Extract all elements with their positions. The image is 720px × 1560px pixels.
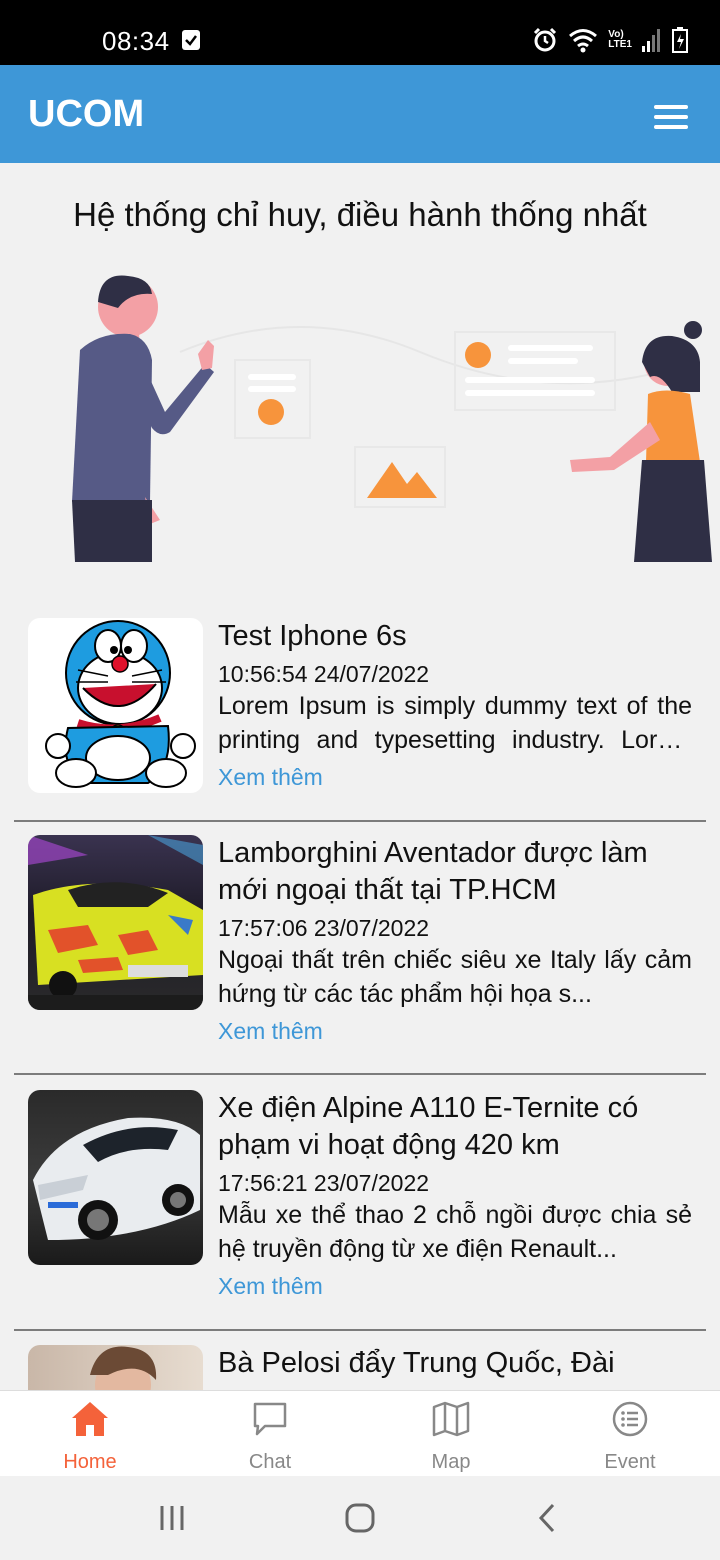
news-time: 17:57:06 23/07/2022	[218, 915, 430, 941]
hero-illustration	[72, 275, 712, 562]
list-circle-icon	[612, 1401, 648, 1437]
portrait-image	[90, 1346, 157, 1390]
app-title: UCOM	[28, 93, 145, 135]
map-icon	[432, 1401, 470, 1437]
volte-lte-icon: Vo) LTE1	[608, 30, 632, 50]
checkbox-notification-icon	[182, 30, 200, 50]
news-title: Test Iphone 6s	[218, 620, 407, 652]
yellow-car-image	[28, 835, 203, 1010]
nav-event-label: Event	[604, 1451, 656, 1473]
recent-apps-icon[interactable]	[158, 1504, 186, 1532]
news-time: 17:56:21 23/07/2022	[218, 1170, 430, 1196]
news-title: Xe điện Alpine A110 E-Ternite có phạm vi…	[218, 1092, 639, 1161]
news-title: Lamborghini Aventador được làm mới ngoại…	[218, 837, 648, 906]
news-thumbnail	[28, 618, 203, 793]
news-description: Ngoại thất trên chiếc siêu xe Italy lấy …	[218, 946, 692, 1008]
nav-map-label: Map	[431, 1451, 471, 1473]
read-more-link[interactable]: Xem thêm	[218, 1014, 692, 1048]
news-thumbnail	[28, 1345, 203, 1390]
app-bar: UCOM	[0, 65, 720, 163]
nav-event[interactable]: Event	[540, 1391, 720, 1477]
home-button-icon[interactable]	[344, 1502, 376, 1534]
hamburger-menu-icon[interactable]	[654, 105, 688, 129]
status-bar: 08:34 Vo) LTE1	[0, 0, 720, 65]
alarm-icon	[534, 27, 557, 52]
hero-title: Hệ thống chỉ huy, điều hành thống nhất	[73, 196, 647, 233]
news-description: Mẫu xe thể thao 2 chỗ ngồi được chia sẻ …	[218, 1201, 692, 1263]
nav-home-label: Home	[63, 1451, 117, 1473]
news-item[interactable]: Lamborghini Aventador được làm mới ngoại…	[14, 835, 706, 1075]
signal-icon	[642, 29, 660, 52]
news-thumbnail	[28, 835, 203, 1010]
chat-bubble-icon	[253, 1402, 287, 1436]
network-label-bottom: LTE1	[608, 39, 632, 50]
status-time: 08:34	[102, 26, 170, 56]
nav-chat[interactable]: Chat	[180, 1391, 360, 1477]
battery-icon	[672, 27, 688, 53]
system-navigation-bar	[0, 1476, 720, 1560]
back-icon[interactable]	[536, 1502, 558, 1534]
read-more-link[interactable]: Xem thêm	[218, 760, 692, 794]
read-more-link[interactable]: Xem thêm	[218, 1269, 692, 1303]
white-car-image	[33, 1117, 200, 1240]
news-thumbnail	[28, 1090, 203, 1265]
bottom-navigation: Home Chat Map Event	[0, 1390, 720, 1477]
doraemon-image	[45, 620, 196, 788]
news-title: Bà Pelosi đẩy Trung Quốc, Đài	[218, 1347, 615, 1379]
news-item[interactable]: Bà Pelosi đẩy Trung Quốc, Đài	[14, 1345, 706, 1390]
news-time: 10:56:54 24/07/2022	[218, 661, 430, 687]
news-description: Lorem Ipsum is simply dummy text of the …	[218, 692, 692, 754]
news-item[interactable]: Xe điện Alpine A110 E-Ternite có phạm vi…	[14, 1090, 706, 1331]
news-item[interactable]: Test Iphone 6s 10:56:54 24/07/2022 Lorem…	[14, 618, 706, 822]
nav-map[interactable]: Map	[361, 1391, 541, 1477]
nav-home[interactable]: Home	[0, 1391, 180, 1477]
nav-chat-label: Chat	[248, 1451, 292, 1473]
home-icon	[72, 1402, 108, 1436]
wifi-icon	[569, 29, 598, 53]
